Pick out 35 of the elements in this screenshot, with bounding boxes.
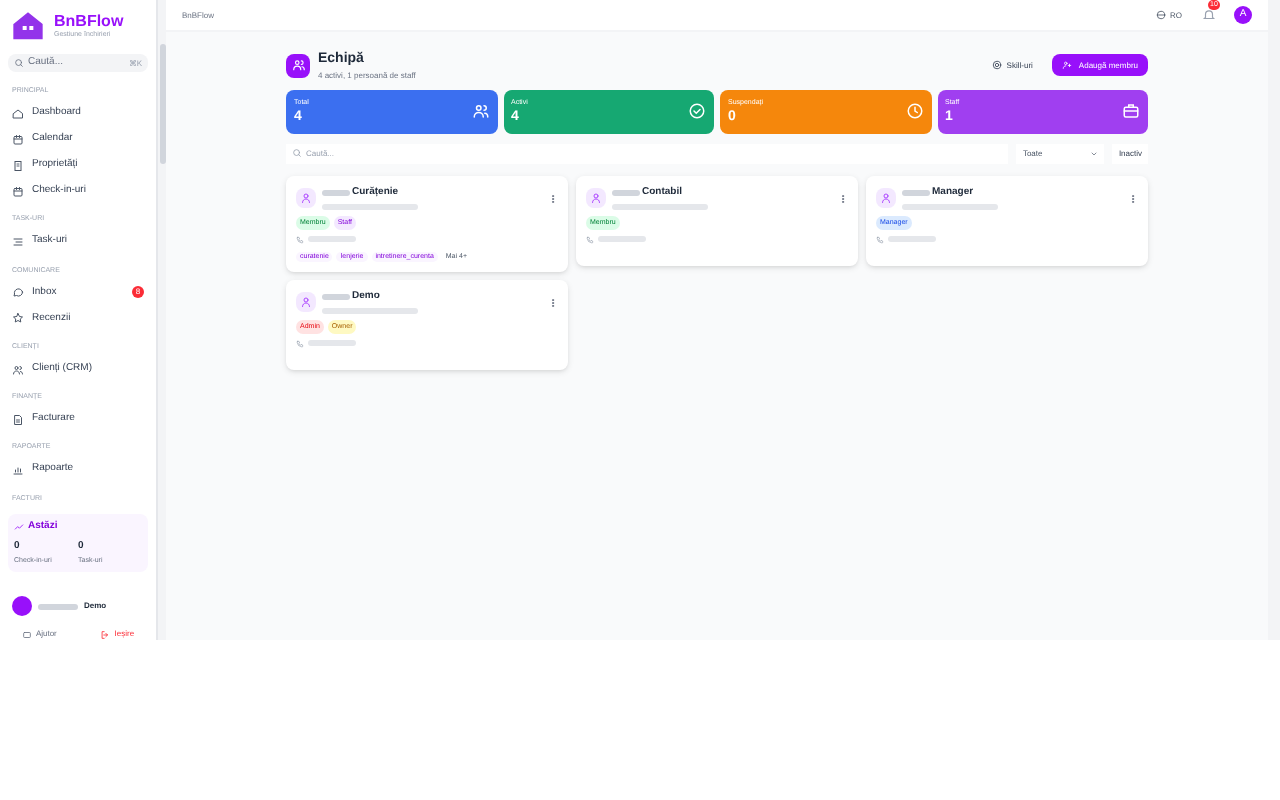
phone-icon [586,235,594,243]
building-icon [12,159,24,172]
gear-icon [992,60,1003,71]
users-icon [291,58,305,73]
redacted-text [322,190,350,196]
scrollbar[interactable] [159,44,165,164]
calendar-icon [12,133,24,146]
trend-icon [14,522,24,532]
house-icon [12,107,24,120]
redacted-text [38,603,78,609]
star-icon [12,312,24,325]
phone-icon [296,339,304,347]
users-icon [12,363,24,375]
phone-icon [876,235,884,243]
search-icon [14,58,24,68]
search-icon [292,148,302,159]
redacted-text [322,294,350,300]
bell-icon [1202,8,1216,22]
list-icon [12,236,24,248]
clock-icon [905,102,923,121]
redacted-text [902,190,930,196]
add-user-icon [1062,60,1073,71]
calendar-icon [12,185,24,198]
check-circle-icon [688,102,706,121]
brand-name: BnBFlow [54,13,124,30]
user-avatar [12,596,32,616]
phone-icon [296,235,304,243]
logout-icon [100,629,111,639]
briefcase-icon [1122,102,1140,121]
house-logo-icon [12,10,44,42]
users-icon [471,102,489,121]
redacted-text [612,190,640,196]
chart-icon [12,464,24,476]
globe-icon [1156,10,1166,20]
document-icon [12,413,24,426]
